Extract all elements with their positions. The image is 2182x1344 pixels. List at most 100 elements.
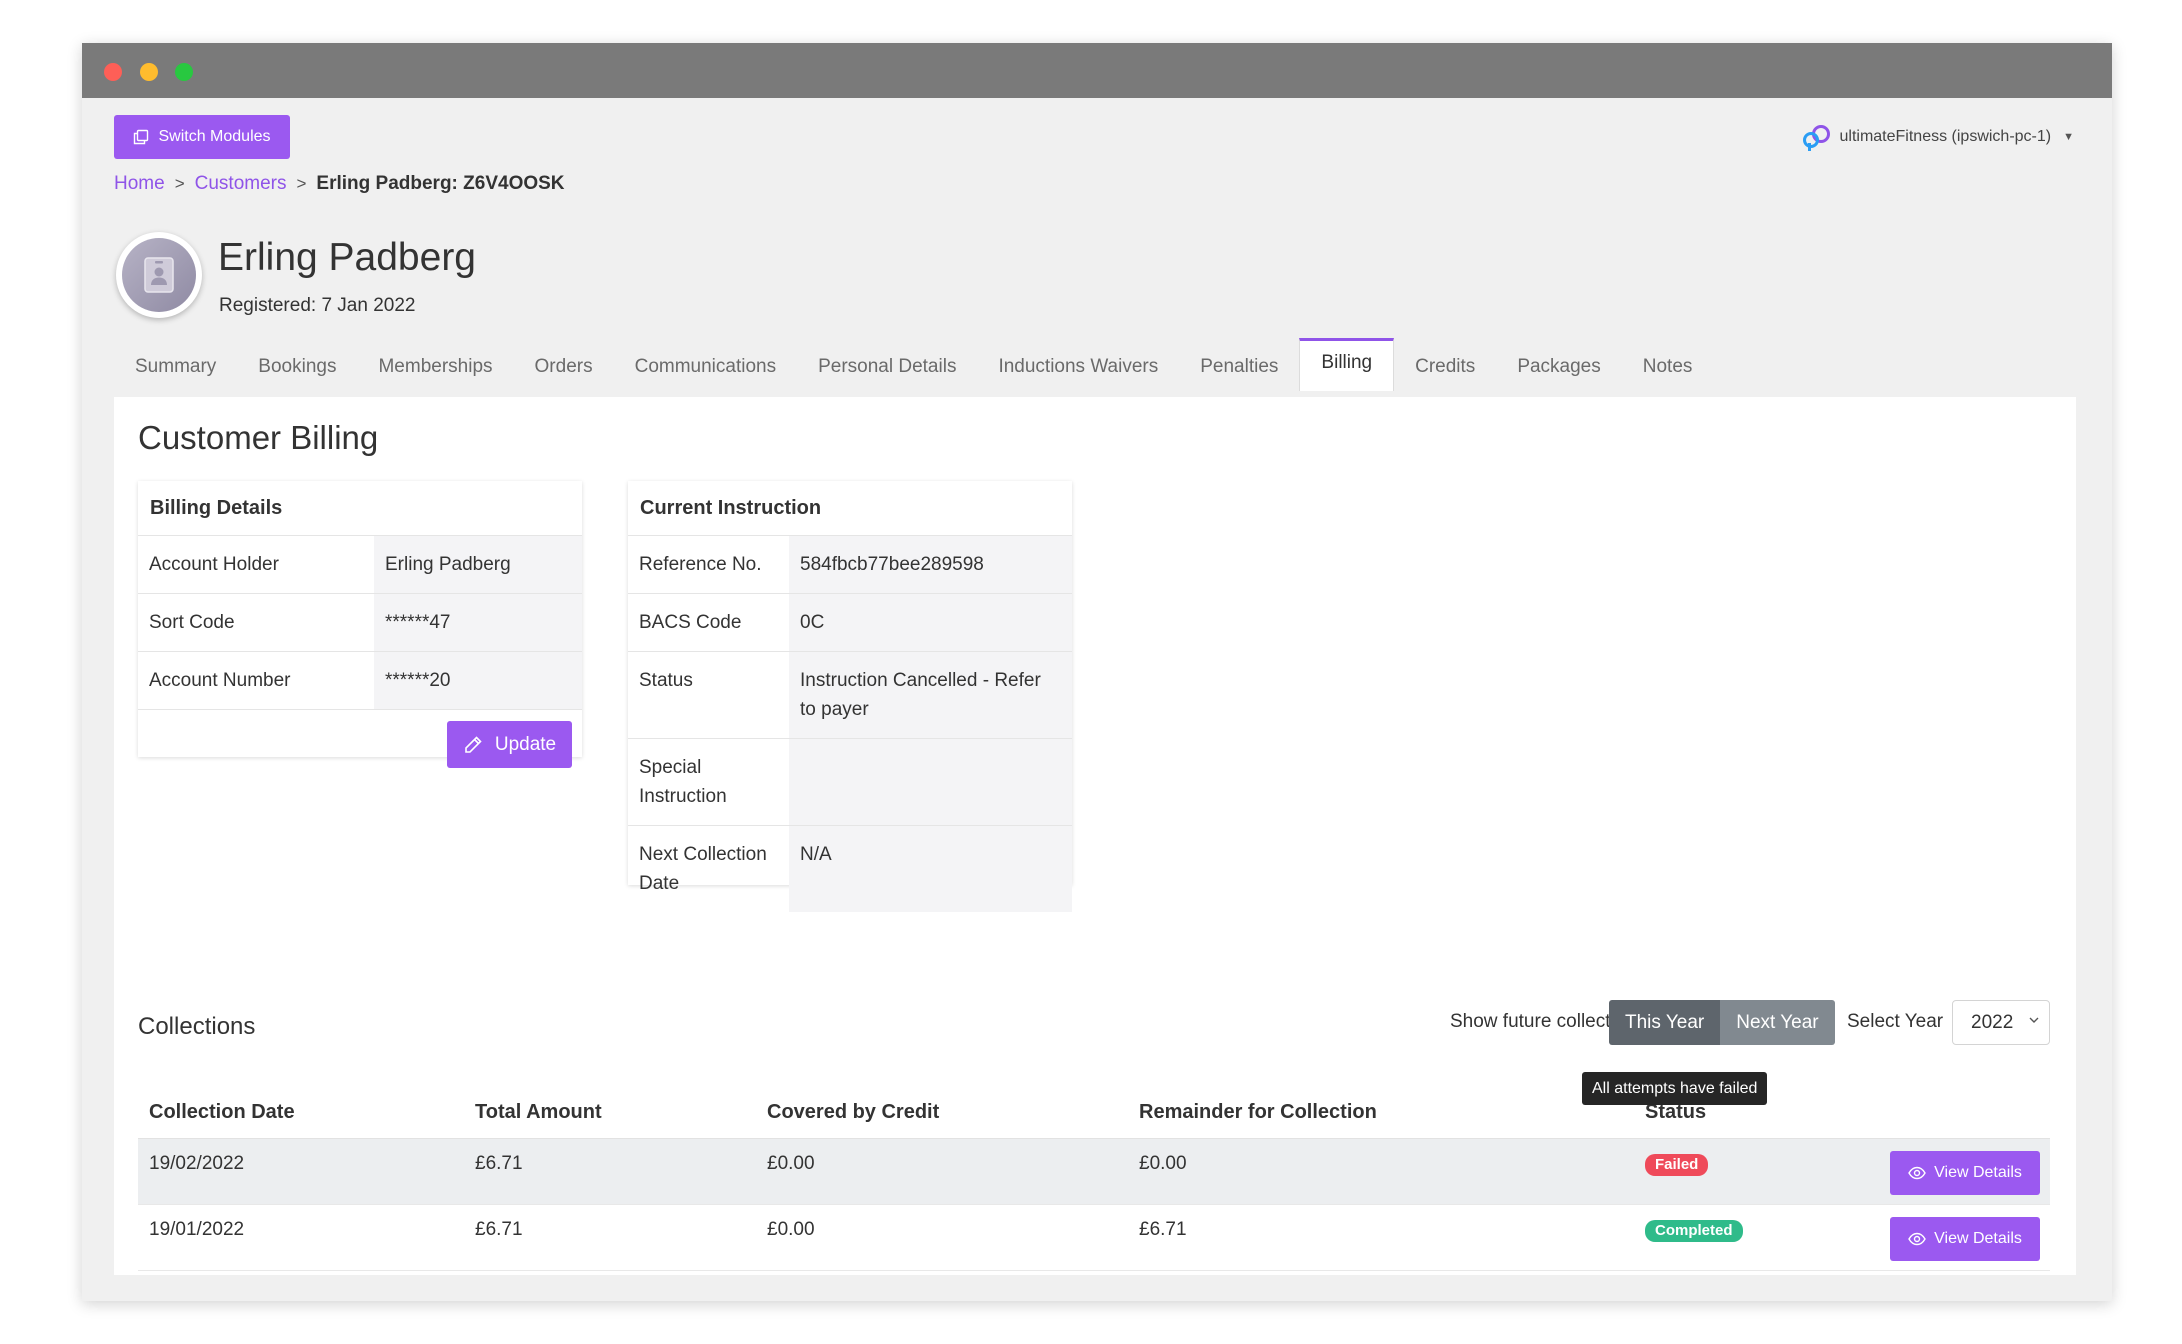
collections-table: Collection Date Total Amount Covered by … <box>138 1087 2050 1271</box>
tab-memberships[interactable]: Memberships <box>357 346 513 388</box>
total-amount: £6.71 <box>475 1219 523 1240</box>
reference-value: 584fbcb77bee289598 <box>789 536 1072 593</box>
table-row: 19/02/2022 £6.71 £0.00 £0.00 Failed View… <box>138 1139 2050 1205</box>
view-details-button[interactable]: View Details <box>1890 1151 2040 1195</box>
id-badge-icon <box>144 257 174 293</box>
update-button[interactable]: Update <box>447 721 572 768</box>
column-covered-by-credit: Covered by Credit <box>767 1101 940 1123</box>
breadcrumb-customers[interactable]: Customers <box>195 173 287 195</box>
year-select-value: 2022 <box>1971 1011 2014 1033</box>
update-row: Update <box>138 710 582 778</box>
tab-penalties[interactable]: Penalties <box>1179 346 1299 388</box>
breadcrumb-separator: > <box>174 174 185 193</box>
table-row: 19/01/2022 £6.71 £0.00 £6.71 Completed V… <box>138 1205 2050 1271</box>
tab-inductions-waivers[interactable]: Inductions Waivers <box>977 346 1179 388</box>
view-details-label: View Details <box>1934 1164 2022 1181</box>
special-instruction-label: Special Instruction <box>639 757 727 807</box>
pencil-icon <box>465 735 482 753</box>
sort-code-label: Sort Code <box>149 612 235 633</box>
view-details-label: View Details <box>1934 1230 2022 1247</box>
view-details-button[interactable]: View Details <box>1890 1217 2040 1261</box>
account-holder-label: Account Holder <box>149 554 279 575</box>
avatar <box>116 232 202 318</box>
covered-by-credit: £0.00 <box>767 1219 815 1240</box>
tenant-label: ultimateFitness (ipswich-pc-1) <box>1839 128 2052 145</box>
close-window-button[interactable] <box>104 63 122 81</box>
this-year-button[interactable]: This Year <box>1609 1000 1721 1045</box>
billing-row: Account Number ******20 <box>138 652 582 710</box>
tab-summary[interactable]: Summary <box>114 346 237 388</box>
eye-icon <box>1908 1166 1926 1180</box>
next-collection-value: N/A <box>789 826 1072 912</box>
update-label: Update <box>494 733 557 755</box>
switch-modules-icon <box>134 129 149 145</box>
current-instruction-card: Current Instruction Reference No. 584fbc… <box>628 481 1072 912</box>
column-remainder: Remainder for Collection <box>1139 1101 1377 1123</box>
tab-billing[interactable]: Billing <box>1299 338 1395 391</box>
maximize-window-button[interactable] <box>175 63 193 81</box>
covered-by-credit: £0.00 <box>767 1153 815 1174</box>
billing-details-card: Billing Details Account Holder Erling Pa… <box>138 481 582 768</box>
status-badge[interactable]: Completed <box>1645 1220 1743 1242</box>
tab-bookings[interactable]: Bookings <box>237 346 357 388</box>
tenant-selector[interactable]: ultimateFitness (ipswich-pc-1) ▼ <box>1802 123 2074 151</box>
status-badge[interactable]: Failed <box>1645 1154 1709 1176</box>
title-bar <box>82 43 2112 98</box>
instruction-row: Special Instruction <box>628 739 1072 826</box>
instruction-row: Reference No. 584fbcb77bee289598 <box>628 536 1072 594</box>
billing-details-title: Billing Details <box>138 481 582 536</box>
page-title: Customer Billing <box>138 419 379 456</box>
breadcrumb: Home > Customers > Erling Padberg: Z6V4O… <box>114 173 565 195</box>
collection-date: 19/02/2022 <box>149 1153 245 1174</box>
collection-date: 19/01/2022 <box>149 1219 245 1240</box>
switch-modules-label: Switch Modules <box>158 128 271 145</box>
remainder-amount: £6.71 <box>1139 1219 1187 1240</box>
collections-title: Collections <box>138 1013 256 1040</box>
select-year-label: Select Year <box>1847 1011 1944 1032</box>
column-total-amount: Total Amount <box>475 1101 602 1123</box>
special-instruction-value <box>789 739 1072 825</box>
switch-modules-button[interactable]: Switch Modules <box>114 115 290 159</box>
registered-date: Registered: 7 Jan 2022 <box>219 295 416 316</box>
status-cell: Completed <box>1634 1205 1874 1242</box>
bacs-code-label: BACS Code <box>639 612 742 633</box>
bacs-code-value: 0C <box>789 594 1072 651</box>
status-tooltip: All attempts have failed <box>1582 1072 1768 1105</box>
column-collection-date: Collection Date <box>149 1101 295 1123</box>
billing-row: Account Holder Erling Padberg <box>138 536 582 594</box>
chevron-down-icon <box>2029 1017 2039 1023</box>
current-instruction-title: Current Instruction <box>628 481 1072 536</box>
tab-personal-details[interactable]: Personal Details <box>797 346 977 388</box>
breadcrumb-current: Erling Padberg: Z6V4OOSK <box>316 173 565 194</box>
instruction-row: Next Collection Date N/A <box>628 826 1072 912</box>
year-select[interactable]: 2022 <box>1952 1000 2050 1045</box>
account-holder-value: Erling Padberg <box>374 536 582 593</box>
status-cell: Failed <box>1634 1139 1874 1176</box>
instruction-row: Status Instruction Cancelled - Refer to … <box>628 652 1072 739</box>
minimize-window-button[interactable] <box>140 63 158 81</box>
tab-packages[interactable]: Packages <box>1496 346 1621 388</box>
account-number-value: ******20 <box>374 652 582 709</box>
instruction-row: BACS Code 0C <box>628 594 1072 652</box>
breadcrumb-home[interactable]: Home <box>114 173 165 195</box>
remainder-amount: £0.00 <box>1139 1153 1187 1174</box>
caret-down-icon: ▼ <box>2063 131 2074 143</box>
next-year-button[interactable]: Next Year <box>1720 1000 1835 1045</box>
sort-code-value: ******47 <box>374 594 582 651</box>
tab-orders[interactable]: Orders <box>514 346 614 388</box>
year-toggle: This Year Next Year <box>1609 1000 1835 1045</box>
customer-name: Erling Padberg <box>218 236 476 279</box>
tab-credits[interactable]: Credits <box>1394 346 1496 388</box>
tab-notes[interactable]: Notes <box>1622 346 1714 388</box>
billing-panel: Customer Billing Billing Details Account… <box>114 397 2076 1275</box>
app-window: Switch Modules ultimateFitness (ipswich-… <box>82 43 2112 1301</box>
reference-label: Reference No. <box>639 554 762 575</box>
eye-icon <box>1908 1232 1926 1246</box>
customer-tabs: Summary Bookings Memberships Orders Comm… <box>114 338 1714 391</box>
billing-row: Sort Code ******47 <box>138 594 582 652</box>
tab-communications[interactable]: Communications <box>614 346 798 388</box>
brand-logo-icon <box>1802 125 1830 151</box>
account-number-label: Account Number <box>149 670 291 691</box>
instruction-status-value: Instruction Cancelled - Refer to payer <box>789 652 1072 738</box>
breadcrumb-separator: > <box>296 174 307 193</box>
